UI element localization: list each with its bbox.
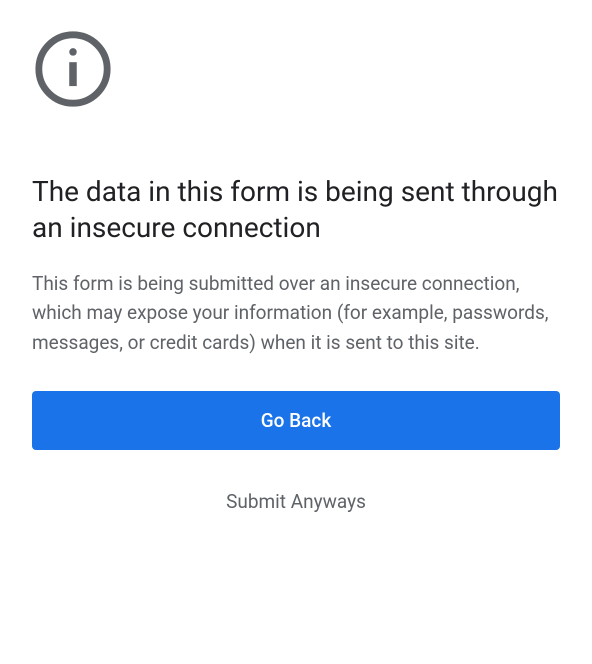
- submit-anyways-button[interactable]: Submit Anyways: [32, 478, 560, 525]
- info-icon: [32, 95, 114, 114]
- warning-description: This form is being submitted over an ins…: [32, 269, 560, 357]
- go-back-button[interactable]: Go Back: [32, 391, 560, 450]
- warning-heading: The data in this form is being sent thro…: [32, 174, 560, 247]
- info-icon-container: [32, 28, 560, 114]
